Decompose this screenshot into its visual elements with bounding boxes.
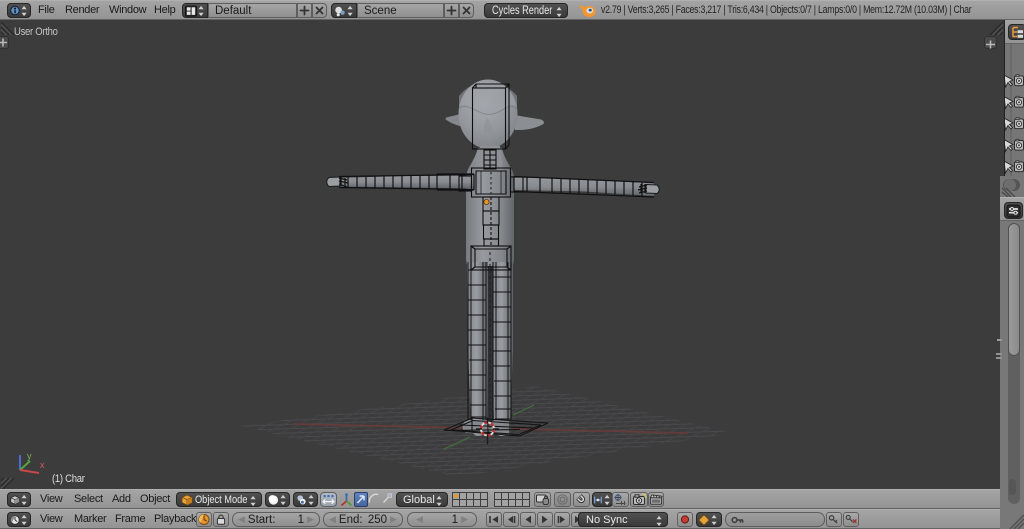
svg-text:y: y bbox=[27, 451, 32, 461]
svg-text:x: x bbox=[40, 460, 45, 470]
